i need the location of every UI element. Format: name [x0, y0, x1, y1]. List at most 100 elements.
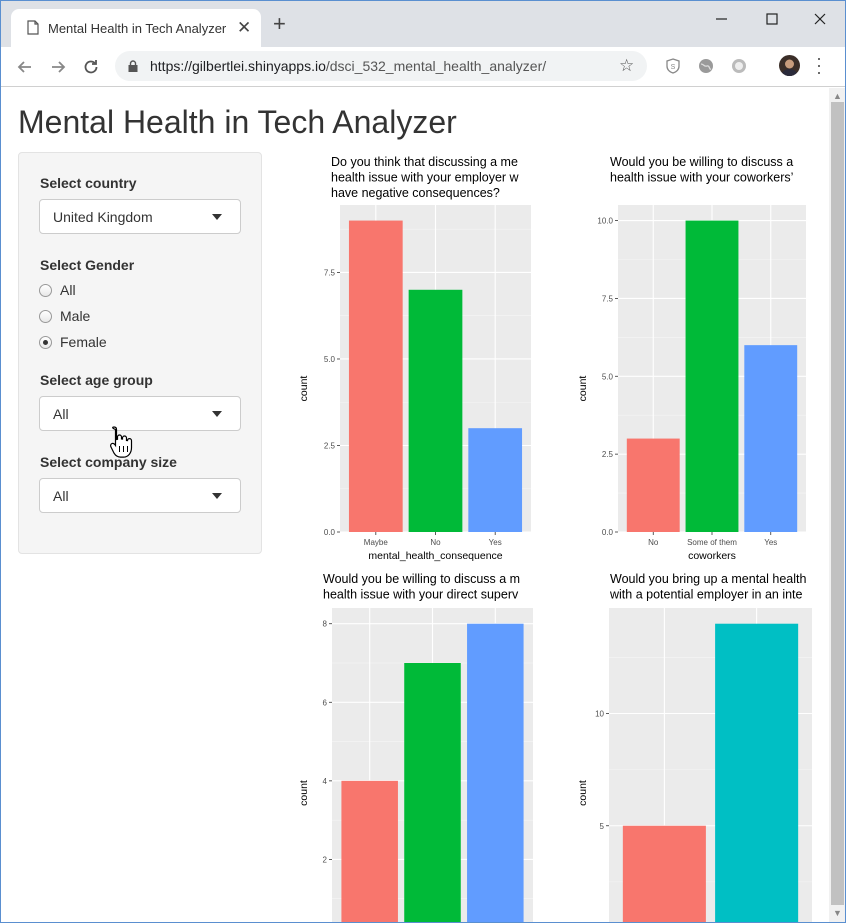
bar-chart-svg: Would you bring up a mental health with a…: [577, 572, 812, 922]
radio-button-icon: [39, 310, 52, 323]
bar-chart-svg: Would you be willing to discuss a health …: [577, 155, 806, 562]
y-tick-label: 7.5: [602, 294, 614, 303]
y-tick-label: 5.0: [324, 355, 336, 364]
chevron-down-icon: [212, 411, 222, 417]
y-tick-label: 0.0: [602, 528, 614, 537]
y-tick-label: 0.0: [324, 528, 336, 537]
scroll-up-icon[interactable]: ▲: [833, 91, 842, 101]
radio-label: All: [60, 282, 76, 298]
browser-toolbar: https://gilbertlei.shinyapps.io/dsci_532…: [1, 47, 845, 87]
profile-avatar[interactable]: [779, 55, 800, 76]
forward-icon[interactable]: [48, 57, 68, 77]
bar: [685, 220, 739, 533]
tab-title: Mental Health in Tech Analyzer: [48, 21, 227, 36]
bar: [408, 289, 463, 532]
chart-title-line: health issue with your coworkers’: [610, 171, 793, 185]
circle-extension-icon[interactable]: [731, 58, 747, 74]
y-tick-label: 7.5: [324, 268, 336, 277]
bar: [348, 220, 403, 533]
radio-label: Male: [60, 308, 91, 324]
x-tick-label: Some of them: [687, 538, 737, 547]
consequence-chart: Do you think that discussing a me health …: [288, 154, 550, 564]
avatar-icon: [781, 59, 798, 76]
bar: [404, 663, 461, 922]
coworkers-chart: Would you be willing to discuss a health …: [567, 154, 829, 564]
radio-label: Female: [60, 334, 107, 350]
bar: [626, 438, 680, 532]
y-tick-label: 5: [600, 822, 605, 831]
country-label: Select country: [40, 175, 137, 191]
y-tick-label: 6: [323, 698, 328, 707]
chart-title-line: health issue with your direct superv: [323, 588, 519, 602]
bar: [744, 345, 798, 532]
y-tick-label: 2.5: [602, 450, 614, 459]
bar-chart-svg: Would you be willing to discuss a m healt…: [298, 572, 533, 922]
x-tick-label: Yes: [764, 538, 777, 547]
reload-icon[interactable]: [81, 57, 101, 77]
y-tick-label: 8: [323, 620, 328, 629]
age-label: Select age group: [40, 372, 153, 388]
bar-chart-svg: Do you think that discussing a me health …: [298, 155, 531, 562]
bar: [341, 780, 398, 922]
maximize-icon[interactable]: [758, 9, 786, 29]
supervisor-chart: Would you be willing to discuss a m healt…: [288, 571, 550, 922]
close-tab-icon[interactable]: ✕: [237, 18, 251, 38]
browser-menu-icon[interactable]: · · ·: [816, 49, 822, 81]
y-tick-label: 5.0: [602, 372, 614, 381]
country-select[interactable]: United Kingdom: [39, 199, 241, 234]
page-viewport: Mental Health in Tech Analyzer Select co…: [1, 88, 829, 922]
close-window-icon[interactable]: [806, 9, 834, 29]
y-axis-title: count: [577, 376, 589, 402]
x-axis-title: coworkers: [688, 550, 736, 562]
page-title: Mental Health in Tech Analyzer: [18, 104, 457, 140]
x-axis-title: mental_health_consequence: [368, 550, 502, 562]
page-icon: [27, 20, 39, 35]
scroll-down-icon[interactable]: ▼: [833, 908, 842, 918]
y-tick-label: 10: [595, 710, 604, 719]
y-tick-label: 10.0: [597, 217, 613, 226]
interview-chart: Would you bring up a mental health with a…: [567, 571, 829, 922]
y-tick-label: 4: [323, 777, 328, 786]
chart-title-line: have negative consequences?: [331, 186, 500, 200]
back-icon[interactable]: [15, 57, 35, 77]
y-axis-title: count: [298, 780, 310, 806]
country-value: United Kingdom: [53, 209, 153, 225]
chart-title-line: health issue with your employer w: [331, 171, 520, 185]
age-value: All: [53, 406, 69, 422]
globe-extension-icon[interactable]: [698, 58, 714, 74]
bar: [715, 623, 799, 922]
minimize-icon[interactable]: [707, 9, 735, 29]
chart-title-line: Would you be willing to discuss a m: [323, 572, 520, 586]
address-bar[interactable]: https://gilbertlei.shinyapps.io/dsci_532…: [115, 51, 647, 81]
y-tick-label: 2.5: [324, 441, 336, 450]
chart-title-line: with a potential employer in an inte: [609, 588, 803, 602]
x-tick-label: No: [648, 538, 659, 547]
lock-icon: [128, 60, 138, 72]
y-axis-title: count: [298, 376, 310, 402]
company-size-value: All: [53, 488, 69, 504]
chevron-down-icon: [212, 214, 222, 220]
shield-extension-icon[interactable]: S: [665, 58, 681, 74]
hand-cursor-icon: [110, 426, 133, 458]
chart-title-line: Do you think that discussing a me: [331, 155, 518, 169]
chart-title-line: Would you bring up a mental health: [610, 572, 806, 586]
url-text: https://gilbertlei.shinyapps.io/dsci_532…: [150, 58, 547, 74]
radio-button-selected-icon: [39, 336, 52, 349]
chart-title-line: Would you be willing to discuss a: [610, 155, 793, 169]
bar: [468, 428, 523, 532]
x-tick-label: Yes: [489, 538, 502, 547]
y-axis-title: count: [577, 780, 589, 806]
bookmark-star-icon[interactable]: ☆: [619, 56, 634, 76]
age-select[interactable]: All: [39, 396, 241, 431]
company-size-select[interactable]: All: [39, 478, 241, 513]
gender-label: Select Gender: [40, 257, 135, 273]
new-tab-icon[interactable]: +: [273, 13, 286, 35]
x-tick-label: Maybe: [364, 538, 389, 547]
chevron-down-icon: [212, 493, 222, 499]
bar: [467, 623, 524, 922]
radio-button-icon: [39, 284, 52, 297]
browser-tab[interactable]: Mental Health in Tech Analyzer ✕: [11, 9, 261, 47]
scroll-thumb[interactable]: [831, 102, 844, 905]
y-tick-label: 2: [323, 855, 328, 864]
page-scrollbar[interactable]: ▲ ▼: [829, 88, 845, 922]
